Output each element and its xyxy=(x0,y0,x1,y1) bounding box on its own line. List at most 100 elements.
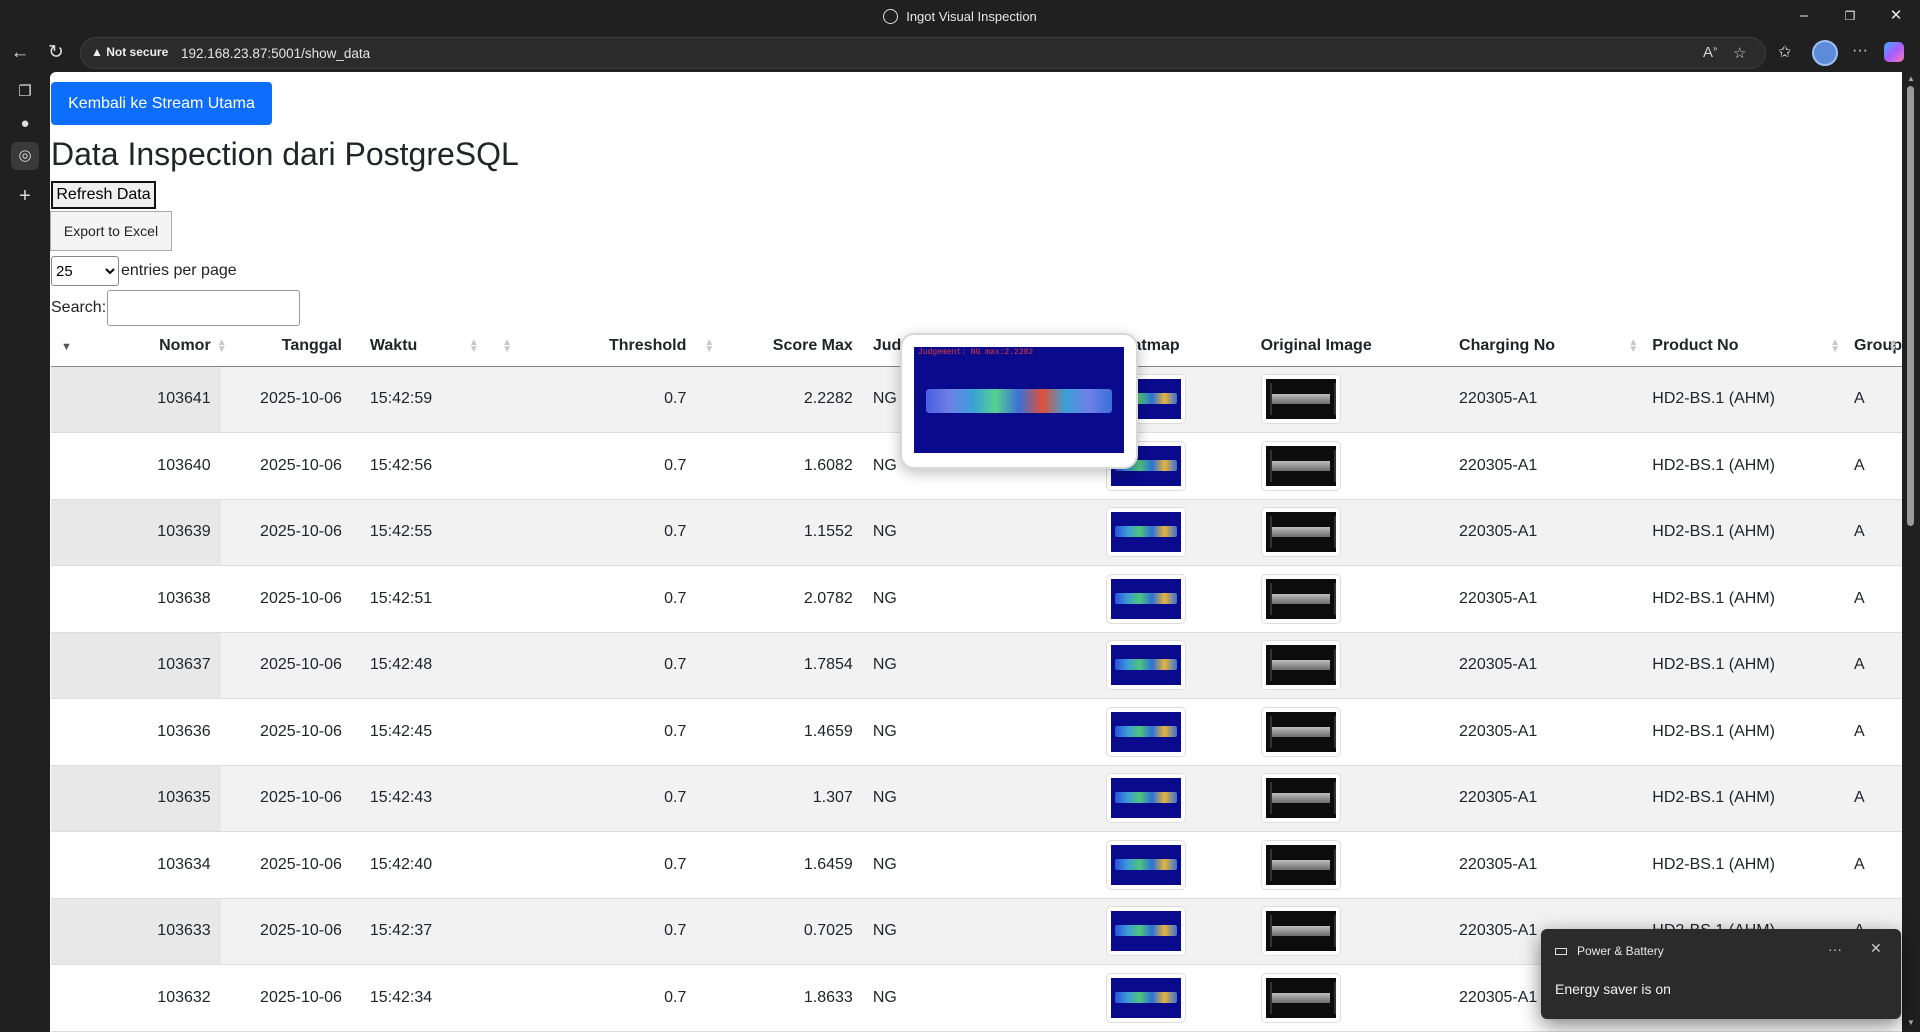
minimize-button[interactable]: – xyxy=(1782,0,1826,34)
original-thumbnail[interactable] xyxy=(1260,573,1341,624)
col-label: Product No xyxy=(1652,337,1739,355)
original-image xyxy=(1265,977,1336,1018)
heatmap-thumbnail[interactable] xyxy=(1105,706,1186,757)
tab-actions-icon[interactable]: ❐ xyxy=(11,78,39,106)
reload-icon[interactable]: ↻ xyxy=(41,38,71,68)
col-header-control[interactable]: ▼ xyxy=(51,327,158,367)
heatmap-thumbnail[interactable] xyxy=(1105,507,1186,558)
address-bar[interactable]: ▲ Not secure 192.168.23.87:5001/show_dat… xyxy=(80,37,1766,69)
export-excel-button[interactable]: Export to Excel xyxy=(50,211,172,251)
cell-judgement: NG xyxy=(862,898,1042,965)
sort-icon: ▲ ▼ xyxy=(502,337,512,355)
col-header-charging-no[interactable]: Charging No ▲ ▼ xyxy=(1449,327,1643,367)
col-header-blank[interactable]: ▲ ▼ xyxy=(488,327,528,367)
back-arrow-icon[interactable]: ← xyxy=(5,38,35,68)
cell-tanggal: 2025-10-06 xyxy=(220,898,360,965)
cell-threshold: 0.7 xyxy=(527,898,697,965)
heatmap-thumbnail[interactable] xyxy=(1105,972,1186,1023)
page-size-select[interactable]: 25 xyxy=(51,256,119,286)
cell-group: A xyxy=(1844,698,1902,766)
original-thumbnail[interactable] xyxy=(1260,440,1341,491)
original-thumbnail[interactable] xyxy=(1260,706,1341,757)
entries-per-page: 25 entries per page xyxy=(51,256,237,286)
heatmap-thumbnail[interactable] xyxy=(1105,640,1186,691)
heatmap-thumbnail[interactable] xyxy=(1105,906,1186,957)
cell-nomor: 103633 xyxy=(157,898,221,965)
cell-group: A xyxy=(1844,432,1902,500)
col-header-group[interactable]: Group ▲ ▼ xyxy=(1844,327,1902,367)
cell-judgement: NG xyxy=(862,632,1042,699)
page-scrollbar[interactable]: ▲ ▼ xyxy=(1902,72,1920,1032)
favorite-star-icon[interactable]: ☆ xyxy=(1733,44,1746,62)
url-text[interactable]: 192.168.23.87:5001/show_data xyxy=(181,46,370,61)
restore-button[interactable]: ❐ xyxy=(1828,0,1872,34)
cell-heatmap xyxy=(1041,831,1251,899)
original-thumbnail[interactable] xyxy=(1260,507,1341,558)
cell-blank xyxy=(488,565,528,633)
original-thumbnail[interactable] xyxy=(1260,374,1341,425)
heatmap-thumbnail[interactable] xyxy=(1105,839,1186,890)
col-header-tanggal[interactable]: ▲ ▼ Tanggal xyxy=(217,327,360,367)
cell-blank xyxy=(488,432,528,500)
github-tab-icon[interactable]: ● xyxy=(11,110,39,138)
row-control-cell xyxy=(51,898,158,965)
original-thumbnail[interactable] xyxy=(1260,906,1341,957)
read-aloud-icon[interactable]: A» xyxy=(1703,44,1717,61)
new-tab-plus-icon[interactable]: + xyxy=(11,182,39,210)
scrollbar-thumb[interactable] xyxy=(1907,86,1914,526)
back-to-stream-button[interactable]: Kembali ke Stream Utama xyxy=(51,82,272,125)
cell-blank xyxy=(488,366,528,433)
profile-avatar[interactable] xyxy=(1812,40,1838,66)
cell-original-image xyxy=(1250,565,1450,633)
original-image xyxy=(1265,645,1336,686)
cell-group: A xyxy=(1844,366,1902,433)
cell-tanggal: 2025-10-06 xyxy=(220,632,360,699)
cell-judgement: NG xyxy=(862,765,1042,832)
original-thumbnail[interactable] xyxy=(1260,972,1341,1023)
cell-nomor: 103640 xyxy=(157,432,221,500)
cell-judgement: NG xyxy=(862,698,1042,766)
cell-group: A xyxy=(1844,499,1902,566)
heatmap-thumbnail[interactable] xyxy=(1105,573,1186,624)
cell-waktu: 15:42:37 xyxy=(359,898,489,965)
close-window-button[interactable]: ✕ xyxy=(1874,0,1918,34)
search-input[interactable] xyxy=(107,290,301,326)
original-image xyxy=(1265,778,1336,819)
security-warning[interactable]: ▲ Not secure xyxy=(91,45,168,59)
sort-icon: ▲ ▼ xyxy=(216,337,227,355)
cell-judgement: NG xyxy=(862,565,1042,633)
cell-waktu: 15:42:45 xyxy=(359,698,489,766)
original-image xyxy=(1265,578,1336,619)
toast-more-icon[interactable]: ··· xyxy=(1828,941,1842,957)
col-header-nomor[interactable]: Nomor xyxy=(157,327,221,367)
cell-original-image xyxy=(1250,366,1450,433)
toast-close-icon[interactable]: ✕ xyxy=(1870,940,1882,957)
col-header-original-image[interactable]: Original Image xyxy=(1250,327,1450,367)
col-header-waktu[interactable]: Waktu ▲ ▼ xyxy=(359,327,489,367)
scroll-down-icon[interactable]: ▼ xyxy=(1907,1018,1915,1027)
cell-product-no: HD2-BS.1 (AHM) xyxy=(1642,765,1844,832)
globe-tab-icon[interactable]: ◎ xyxy=(11,142,39,170)
cell-original-image xyxy=(1250,765,1450,832)
preview-caption: Judgement: NG max:2.2282 xyxy=(918,348,1034,357)
heatmap-image xyxy=(1110,578,1181,619)
refresh-data-button[interactable]: Refresh Data xyxy=(51,181,156,209)
favorites-icon[interactable]: ✩ xyxy=(1778,42,1791,62)
col-header-score-max[interactable]: ▲ ▼ Score Max xyxy=(696,327,863,367)
original-thumbnail[interactable] xyxy=(1260,839,1341,890)
cell-heatmap xyxy=(1041,964,1251,1032)
col-label: Charging No xyxy=(1459,337,1556,355)
sort-icon: ▲ ▼ xyxy=(1628,337,1639,355)
energy-saver-notification[interactable]: Power & Battery ··· ✕ Energy saver is on xyxy=(1541,929,1901,1019)
copilot-icon[interactable] xyxy=(1884,42,1904,62)
original-thumbnail[interactable] xyxy=(1260,640,1341,691)
more-menu-icon[interactable]: ··· xyxy=(1852,42,1868,60)
scroll-up-icon[interactable]: ▲ xyxy=(1907,74,1915,83)
heatmap-thumbnail[interactable] xyxy=(1105,773,1186,824)
col-header-product-no[interactable]: Product No ▲ ▼ xyxy=(1642,327,1844,367)
cell-tanggal: 2025-10-06 xyxy=(220,432,360,500)
original-thumbnail[interactable] xyxy=(1260,773,1341,824)
heatmap-image xyxy=(1110,512,1181,553)
col-header-threshold[interactable]: Threshold xyxy=(527,327,697,367)
entries-label: entries per page xyxy=(121,262,237,279)
